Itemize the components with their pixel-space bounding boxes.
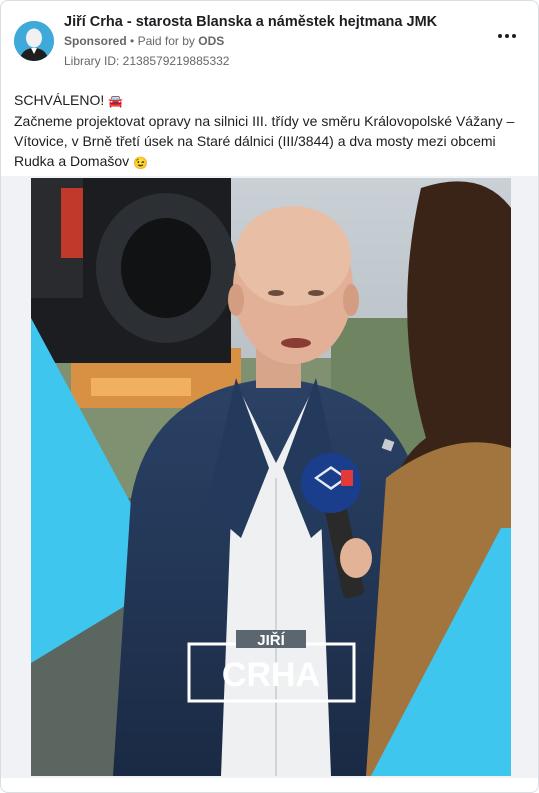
post-headline: SCHVÁLENO! — [14, 92, 105, 108]
logo-first-name: JIŘÍ — [257, 631, 285, 649]
post-body: Začneme projektovat opravy na silnici II… — [14, 113, 515, 170]
wink-emoji-icon: 😉 — [133, 155, 149, 170]
page-avatar[interactable] — [14, 21, 54, 61]
avatar-image — [14, 21, 54, 61]
logo-last-name: CRHA — [222, 656, 320, 694]
ad-photo: JIŘÍ CRHA — [31, 178, 511, 776]
page-name[interactable]: Jiří Crha - starosta Blanska a náměstek … — [64, 14, 437, 30]
sponsored-line: Sponsored • Paid for by ODS — [64, 34, 224, 48]
paid-for-label: Paid for by — [137, 34, 195, 48]
ad-card: Jiří Crha - starosta Blanska a náměstek … — [0, 0, 539, 793]
more-dot-icon — [505, 34, 509, 38]
sponsored-label: Sponsored — [64, 34, 127, 48]
car-emoji-icon: 🚘 — [108, 94, 124, 109]
media-container: JIŘÍ CRHA — [1, 176, 538, 778]
ad-image[interactable]: JIŘÍ CRHA — [31, 178, 511, 776]
more-options-button[interactable] — [498, 31, 516, 41]
more-dot-icon — [512, 34, 516, 38]
paid-for-by: ODS — [198, 34, 225, 48]
post-text: SCHVÁLENO! 🚘 Začneme projektovat opravy … — [14, 90, 519, 173]
library-id: Library ID: 2138579219885332 — [64, 54, 230, 68]
more-dot-icon — [498, 34, 502, 38]
meta-separator: • — [130, 34, 135, 48]
